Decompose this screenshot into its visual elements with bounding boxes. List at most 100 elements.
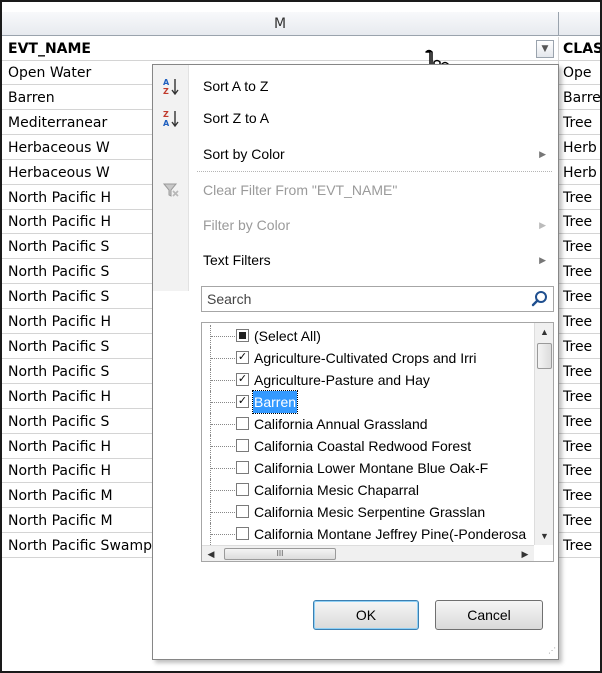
filter-item-label: (Select All) [254, 328, 321, 344]
horizontal-scrollbar[interactable]: ◀ III ▶ [202, 545, 534, 561]
search-placeholder: Search [207, 291, 252, 307]
checkbox-unchecked-icon[interactable] [236, 417, 249, 430]
filter-item-label: California Lower Montane Blue Oak-F [254, 460, 489, 476]
tree-connector [210, 325, 238, 347]
filter-by-color-label: Filter by Color [203, 217, 291, 233]
checkbox-checked-icon[interactable]: ✓ [236, 373, 249, 386]
cell-class[interactable]: Tree [559, 310, 600, 334]
cell-class[interactable]: Tree [559, 509, 600, 533]
filter-list-item[interactable]: California Mesic Serpentine Grasslan [202, 501, 532, 523]
header-cell-evt-name[interactable]: EVT_NAME [2, 37, 559, 61]
sort-descending-icon: Z A [163, 110, 179, 127]
search-icon[interactable] [531, 290, 549, 308]
svg-text:Z: Z [163, 87, 169, 95]
checkbox-unchecked-icon[interactable] [236, 505, 249, 518]
horizontal-scroll-thumb[interactable]: III [224, 548, 336, 560]
checkbox-checked-icon[interactable]: ✓ [236, 351, 249, 364]
submenu-arrow-icon: ▶ [539, 220, 546, 230]
cell-class[interactable]: Tree [559, 534, 600, 558]
sort-az-label: Sort A to Z [203, 78, 269, 94]
cell-class[interactable]: Tree [559, 410, 600, 434]
checkbox-unchecked-icon[interactable] [236, 461, 249, 474]
tree-connector [210, 413, 238, 435]
submenu-arrow-icon: ▶ [539, 149, 546, 159]
filter-list-item[interactable]: California Mesic Chaparral [202, 479, 532, 501]
cell-class[interactable]: Tree [559, 459, 600, 483]
checkbox-unchecked-icon[interactable] [236, 439, 249, 452]
svg-text:Z: Z [163, 110, 169, 119]
filter-list-item[interactable]: ✓ Barren [202, 390, 532, 414]
svg-text:A: A [163, 78, 170, 87]
filter-dropdown-icon[interactable]: ▼ [536, 40, 554, 58]
tree-connector [210, 347, 238, 369]
cell-class[interactable]: Tree [559, 385, 600, 409]
table-header-row: EVT_NAME CLAS ▼ [2, 37, 600, 61]
sort-za-label: Sort Z to A [203, 110, 270, 126]
tree-connector [210, 501, 238, 523]
checkbox-unchecked-icon[interactable] [236, 527, 249, 540]
menu-separator [197, 171, 552, 172]
filter-list-item[interactable]: California Montane Jeffrey Pine(-Pondero… [202, 523, 532, 545]
cancel-button[interactable]: Cancel [435, 600, 543, 630]
resize-grip-icon[interactable]: ⋰ [544, 645, 556, 657]
ok-button[interactable]: OK [313, 600, 419, 630]
column-header-n[interactable] [559, 12, 600, 36]
filter-value-list[interactable]: (Select All) ✓ Agriculture-Cultivated Crop… [201, 322, 554, 562]
cell-class[interactable]: Tree [559, 210, 600, 234]
filter-list-item[interactable]: California Lower Montane Blue Oak-F [202, 457, 532, 479]
scroll-down-icon[interactable]: ▼ [535, 527, 553, 545]
cell-class[interactable]: Tree [559, 360, 600, 384]
filter-list-item[interactable]: California Annual Grassland [202, 413, 532, 435]
cell-class[interactable]: Tree [559, 285, 600, 309]
menu-item-sort-za[interactable]: Z A Sort Z to A [153, 103, 558, 133]
svg-text:A: A [163, 119, 170, 127]
menu-item-clear-filter[interactable]: Clear Filter From "EVT_NAME" [153, 175, 558, 205]
scroll-up-icon[interactable]: ▲ [535, 323, 553, 341]
spreadsheet-frame: M EVT_NAME CLAS ▼ Open Water Ope Barren Bar… [0, 0, 602, 673]
column-header-m[interactable]: M [2, 12, 559, 36]
tree-connector [210, 523, 238, 545]
tree-connector [210, 369, 238, 391]
menu-item-sort-az[interactable]: A Z Sort A to Z [153, 71, 558, 101]
scroll-right-icon[interactable]: ▶ [516, 546, 534, 561]
scroll-left-icon[interactable]: ◀ [202, 546, 220, 561]
search-input[interactable]: Search [201, 286, 554, 312]
menu-item-text-filters[interactable]: Text Filters ▶ [153, 245, 558, 275]
checkbox-partial-icon[interactable] [236, 329, 249, 342]
checkbox-unchecked-icon[interactable] [236, 483, 249, 496]
cell-class[interactable]: Tree [559, 260, 600, 284]
filter-item-label: California Montane Jeffrey Pine(-Pondero… [254, 526, 527, 542]
clear-filter-label: Clear Filter From "EVT_NAME" [203, 182, 398, 198]
filter-item-label: California Mesic Chaparral [254, 482, 419, 498]
sort-by-color-label: Sort by Color [203, 146, 285, 162]
filter-item-label: Agriculture-Pasture and Hay [254, 372, 430, 388]
sort-ascending-icon: A Z [163, 78, 179, 95]
filter-list-item[interactable]: ✓ Agriculture-Cultivated Crops and Irri [202, 347, 532, 369]
vertical-scroll-thumb[interactable] [537, 343, 552, 369]
filter-list-item[interactable]: ✓ Agriculture-Pasture and Hay [202, 369, 532, 391]
checkbox-checked-icon[interactable]: ✓ [236, 395, 249, 408]
filter-list-item[interactable]: California Coastal Redwood Forest [202, 435, 532, 457]
cell-class[interactable]: Tree [559, 435, 600, 459]
menu-item-filter-by-color[interactable]: Filter by Color ▶ [153, 210, 558, 240]
cell-class[interactable]: Herb [559, 161, 600, 185]
filter-list-item[interactable]: (Select All) [202, 325, 532, 347]
filter-item-label: California Annual Grassland [254, 416, 428, 432]
cell-class[interactable]: Tree [559, 111, 600, 135]
tree-connector [210, 435, 238, 457]
tree-connector [210, 479, 238, 501]
autofilter-menu: A Z Sort A to Z Z A Sort Z to A Sort by … [152, 64, 559, 660]
tree-connector [210, 457, 238, 479]
menu-item-sort-by-color[interactable]: Sort by Color ▶ [153, 139, 558, 169]
cell-class[interactable]: Tree [559, 484, 600, 508]
text-filters-label: Text Filters [203, 252, 271, 268]
cell-class[interactable]: Tree [559, 186, 600, 210]
cell-class[interactable]: Tree [559, 235, 600, 259]
filter-item-label: California Mesic Serpentine Grasslan [254, 504, 486, 520]
cell-class[interactable]: Barre [559, 86, 600, 110]
cell-class[interactable]: Herb [559, 136, 600, 160]
vertical-scrollbar[interactable]: ▲ ▼ [534, 323, 553, 545]
header-cell-class[interactable]: CLAS [559, 37, 600, 61]
cell-class[interactable]: Ope [559, 61, 600, 85]
cell-class[interactable]: Tree [559, 335, 600, 359]
